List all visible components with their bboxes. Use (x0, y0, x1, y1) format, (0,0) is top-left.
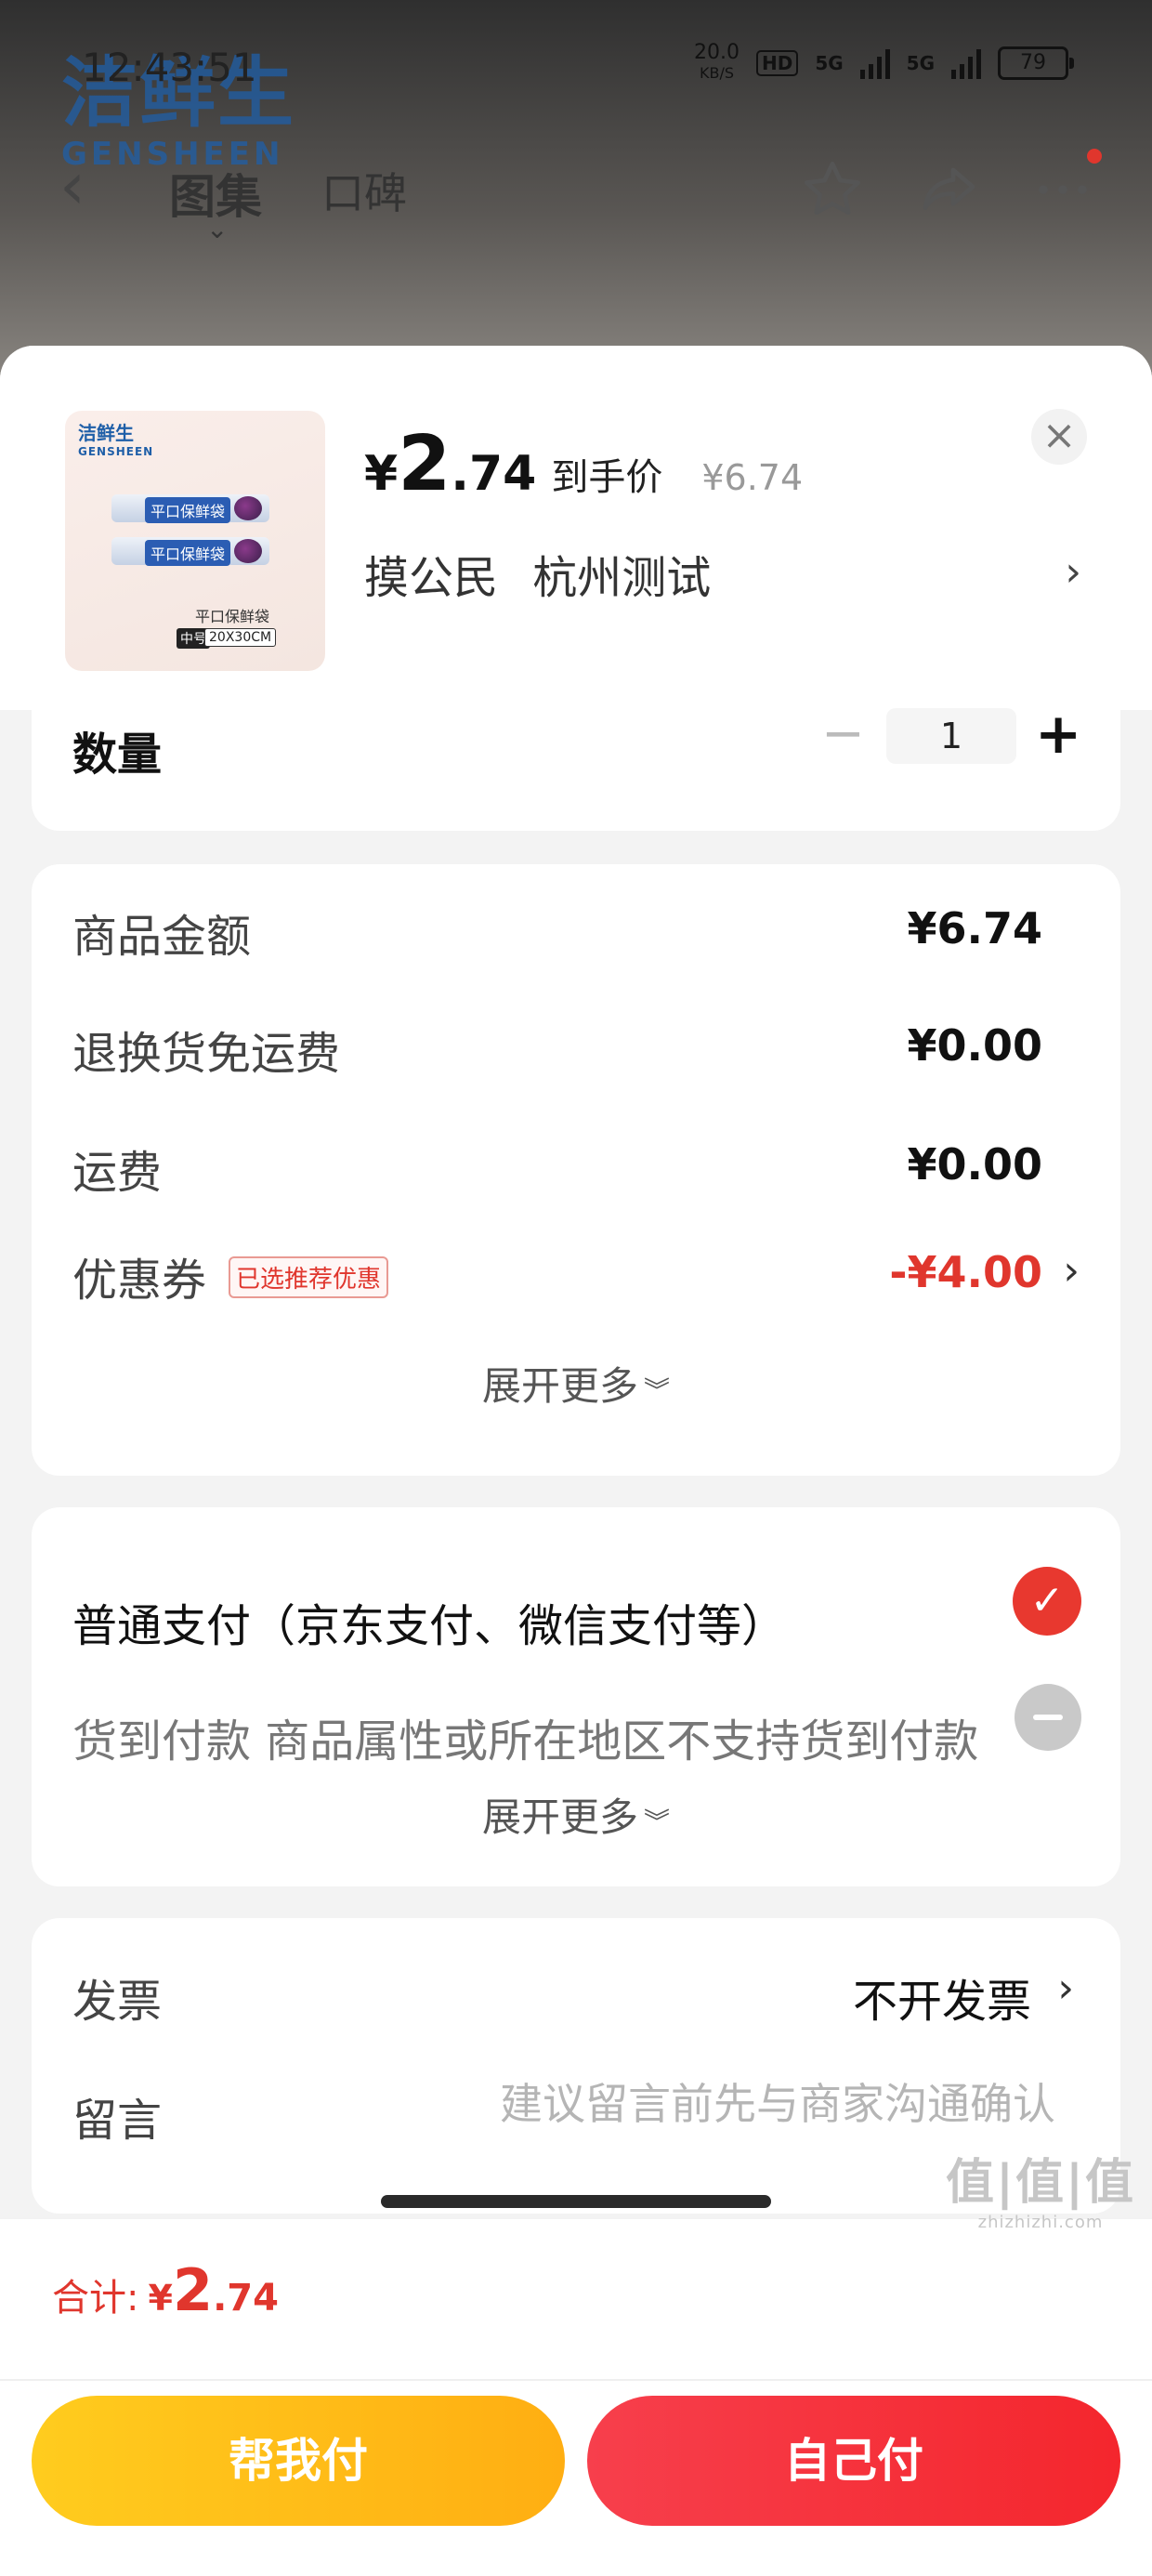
hd-icon: HD (755, 50, 799, 76)
help-pay-button[interactable]: 帮我付 (32, 2396, 565, 2526)
back-arrow-icon[interactable]: ‹ (59, 153, 85, 218)
status-icons: 20.0 KB/S HD 5G 5G 79 (694, 43, 1074, 84)
battery-icon: 79 (998, 46, 1074, 80)
signal-bars-icon (859, 47, 890, 79)
quantity-minus-button[interactable]: − (821, 708, 865, 760)
payment-option-cod: 货到付款 商品属性或所在地区不支持货到付款 (72, 1715, 979, 1768)
original-price: ¥6.74 (701, 457, 804, 498)
disabled-icon (1015, 1684, 1081, 1751)
receiver-address: 杭州测试 (532, 552, 712, 604)
star-icon[interactable] (799, 156, 866, 227)
receiver-name: 摸公民 (364, 552, 499, 604)
bottom-action-bar: 合计: ¥ 2 .74 帮我付 自己付 (0, 2219, 1152, 2576)
net-speed-value: 20.0 (693, 41, 740, 64)
product-thumbnail[interactable]: 洁鲜生 GENSHEEN 平口保鲜袋 平口保鲜袋 平口保鲜袋 中号 20X30C… (65, 411, 325, 671)
amount-value: ¥0.00 (907, 1139, 1042, 1189)
quantity-card: 数量 − 1 + (32, 706, 1120, 831)
vegetable-image-2 (234, 539, 262, 563)
thumb-bag-label: 平口保鲜袋 (195, 608, 270, 625)
close-button[interactable]: × (1031, 409, 1087, 465)
net-speed-unit: KB/S (699, 64, 734, 82)
tab-indicator-icon: ⌄ (206, 214, 229, 244)
signal-5g-label-1: 5G (815, 52, 844, 74)
payment-option-standard[interactable]: 普通支付（京东支付、微信支付等） (72, 1589, 786, 1654)
thumb-logo-en: GENSHEEN (78, 445, 154, 458)
checkout-sheet: 洁鲜生 GENSHEEN 平口保鲜袋 平口保鲜袋 平口保鲜袋 中号 20X30C… (0, 346, 1152, 2576)
amount-value: ¥0.00 (907, 1020, 1042, 1071)
payment-expand-more-button[interactable]: 展开更多 ︾ (32, 1786, 1120, 1843)
amount-value: ¥6.74 (907, 903, 1042, 953)
status-time: 12:43:51 (82, 45, 257, 90)
expand-more-label: 展开更多 (481, 1794, 638, 1840)
signal-bars-icon-2 (951, 47, 981, 79)
product-header: 洁鲜生 GENSHEEN 平口保鲜袋 平口保鲜袋 平口保鲜袋 中号 20X30C… (0, 346, 1152, 710)
coupon-badge: 已选推荐优惠 (229, 1256, 389, 1298)
quantity-label: 数量 (72, 729, 163, 781)
price-symbol: ¥ (364, 446, 399, 502)
share-icon[interactable] (914, 156, 981, 227)
divider (0, 2379, 1152, 2381)
chevron-right-icon[interactable]: › (1063, 1247, 1080, 1295)
product-roll-1: 平口保鲜袋 (111, 494, 269, 523)
total-decimal: .74 (213, 2277, 279, 2320)
vegetable-image (234, 496, 262, 520)
chevron-right-icon[interactable]: › (1057, 1965, 1074, 2012)
total-row: 合计: ¥ 2 .74 (52, 2256, 279, 2324)
checkmark-icon[interactable]: ✓ (1013, 1567, 1081, 1636)
thumb-logo: 洁鲜生 GENSHEEN (78, 424, 153, 461)
watermark-sub: zhizhizhi.com (977, 2213, 1104, 2232)
self-pay-button[interactable]: 自己付 (587, 2396, 1120, 2526)
amount-row-return-shipping: 退换货免运费 ¥0.00 (72, 1009, 1080, 1084)
amount-row-goods: 商品金额 ¥6.74 (72, 892, 1080, 966)
top-action-icons (799, 149, 1102, 227)
expand-more-button[interactable]: 展开更多 ︾ (32, 1355, 1120, 1412)
price-integer: 2 (398, 420, 452, 508)
quantity-value[interactable]: 1 (886, 708, 1016, 764)
background-gallery: 洁鲜生 GENSHEEN 12:43:51 20.0 KB/S HD 5G 5G… (0, 0, 1152, 390)
amount-row-shipping: 运费 ¥0.00 (72, 1128, 1080, 1203)
roll-label-2: 平口保鲜袋 (145, 540, 231, 566)
watermark: 值|值|值 zhizhizhi.com (946, 2143, 1135, 2232)
chevron-down-icon: ︾ (644, 1807, 671, 1837)
price-row: ¥ 2 .74 到手价 ¥6.74 (364, 420, 803, 508)
tab-reviews[interactable]: 口碑 (321, 160, 407, 221)
home-indicator[interactable] (381, 2195, 771, 2208)
product-roll-2: 平口保鲜袋 (111, 537, 269, 566)
chevron-right-icon[interactable]: › (1065, 548, 1081, 596)
price-decimal: .74 (451, 446, 537, 502)
amount-label: 运费 (72, 1147, 163, 1199)
thumb-size: 20X30CM (204, 628, 277, 647)
payment-card: 普通支付（京东支付、微信支付等） ✓ 货到付款 商品属性或所在地区不支持货到付款… (32, 1507, 1120, 1886)
net-speed: 20.0 KB/S (694, 43, 740, 84)
close-icon: × (1041, 412, 1077, 459)
note-input[interactable] (422, 2078, 1080, 2130)
amount-label: 退换货免运费 (72, 1028, 341, 1080)
final-price-tag: 到手价 (551, 456, 663, 499)
coupon-label: 优惠券 (72, 1255, 207, 1307)
total-symbol: ¥ (148, 2278, 173, 2319)
top-navigation: ‹ 图集 ⌄ 口碑 (0, 149, 1152, 244)
chevron-down-icon: ︾ (644, 1375, 671, 1406)
signal-5g-label-2: 5G (906, 52, 935, 74)
note-label: 留言 (72, 2095, 163, 2147)
expand-more-label: 展开更多 (481, 1363, 638, 1409)
invoice-label: 发票 (72, 1976, 163, 2028)
roll-label-1: 平口保鲜袋 (145, 497, 231, 523)
thumb-logo-cn: 洁鲜生 (78, 422, 134, 444)
invoice-value[interactable]: 不开发票 (853, 1965, 1031, 2030)
total-label: 合计: (52, 2277, 139, 2320)
coupon-value: -¥4.00 (889, 1247, 1042, 1297)
amount-label: 商品金额 (72, 911, 252, 963)
watermark-main: 值|值|值 (946, 2155, 1135, 2211)
amount-card: 商品金额 ¥6.74 退换货免运费 ¥0.00 运费 ¥0.00 优惠券 已选推… (32, 864, 1120, 1476)
quantity-plus-button[interactable]: + (1035, 706, 1081, 762)
more-icon[interactable] (1029, 149, 1102, 227)
address-row[interactable]: 摸公民 杭州测试 (364, 541, 711, 606)
total-integer: 2 (172, 2256, 214, 2324)
notification-dot (1087, 149, 1102, 164)
amount-row-coupon[interactable]: 优惠券 已选推荐优惠 -¥4.00 › (72, 1236, 1080, 1310)
